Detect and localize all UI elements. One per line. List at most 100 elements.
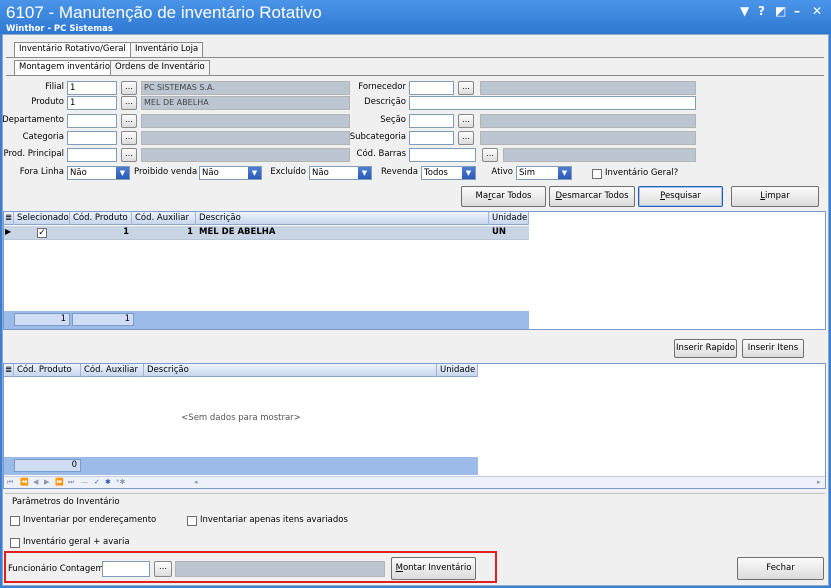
- departamento-description: [141, 114, 350, 128]
- revenda-select[interactable]: Todos ▼: [421, 166, 476, 180]
- subcategoria-label: Subcategoria: [349, 132, 406, 142]
- produto-lookup-button[interactable]: …: [121, 96, 137, 110]
- products-grid-footer: 1 1: [4, 311, 529, 329]
- inventario-geral-checkbox[interactable]: [592, 169, 602, 179]
- close-icon[interactable]: ✕: [812, 4, 822, 18]
- marcar-todos-button[interactable]: Marcar Todos: [461, 186, 546, 207]
- secao-label: Seção: [380, 115, 406, 125]
- tab-divider: [6, 57, 824, 58]
- params-title: Parâmetros do Inventário: [12, 497, 120, 507]
- marcar-todos-label-post: car Todos: [491, 191, 532, 201]
- categoria-description: [141, 131, 350, 145]
- filial-description: PC SISTEMAS S.A.: [141, 81, 350, 95]
- column-cod-auxiliar[interactable]: Cód. Auxiliar: [81, 364, 144, 377]
- column-cod-produto[interactable]: Cód. Produto: [70, 212, 132, 225]
- filial-label: Filial: [45, 82, 64, 92]
- title-bar: 6107 - Manutenção de inventário Rotativo…: [0, 0, 831, 34]
- limpar-button[interactable]: Limpar: [731, 186, 819, 207]
- cod-barras-lookup-button[interactable]: …: [482, 148, 498, 162]
- secao-input[interactable]: [409, 114, 454, 128]
- excluido-select[interactable]: Não ▼: [309, 166, 372, 180]
- produto-input[interactable]: 1: [67, 96, 117, 110]
- proibido-venda-label: Proibido venda: [134, 167, 198, 177]
- next-page-icon[interactable]: ⏩: [55, 477, 64, 488]
- scroll-left-icon[interactable]: ◂: [194, 477, 198, 488]
- fora-linha-select[interactable]: Não ▼: [67, 166, 130, 180]
- inserir-itens-button[interactable]: Inserir Itens: [742, 339, 804, 358]
- prod-principal-description: [141, 148, 350, 162]
- first-page-icon[interactable]: ⏮: [7, 477, 13, 488]
- column-descricao[interactable]: Descrição: [144, 364, 437, 377]
- column-selecionado[interactable]: Selecionado: [14, 212, 70, 225]
- descricao-label: Descrição: [364, 97, 406, 107]
- inserir-rapido-button[interactable]: Inserir Rapido: [674, 339, 737, 358]
- prev-page-icon[interactable]: ⏪: [20, 477, 29, 488]
- cod-barras-input[interactable]: [409, 148, 476, 162]
- tab-montagem-inventario[interactable]: Montagem inventário: [14, 60, 116, 75]
- ativo-label: Ativo: [491, 167, 513, 177]
- window-title: 6107 - Manutenção de inventário Rotativo: [6, 3, 322, 22]
- fornecedor-lookup-button[interactable]: …: [458, 81, 474, 95]
- filial-input[interactable]: 1: [67, 81, 117, 95]
- categoria-input[interactable]: [67, 131, 117, 145]
- departamento-lookup-button[interactable]: …: [121, 114, 137, 128]
- proibido-venda-value: Não: [202, 168, 219, 178]
- insert-record-icon[interactable]: ✱: [105, 477, 111, 488]
- fechar-button[interactable]: Fechar: [737, 557, 824, 580]
- proibido-venda-select[interactable]: Não ▼: [199, 166, 262, 180]
- filial-lookup-button[interactable]: …: [121, 81, 137, 95]
- cancel-edit-icon[interactable]: *✱: [116, 477, 125, 488]
- prod-principal-lookup-button[interactable]: …: [121, 148, 137, 162]
- fornecedor-input[interactable]: [409, 81, 454, 95]
- help-icon[interactable]: ?: [758, 4, 765, 18]
- delete-record-icon[interactable]: —: [81, 477, 88, 488]
- next-record-icon[interactable]: ▶: [44, 477, 49, 488]
- last-page-icon[interactable]: ⏭: [68, 477, 74, 488]
- chevron-down-icon: ▼: [358, 167, 371, 179]
- ativo-select[interactable]: Sim ▼: [516, 166, 572, 180]
- column-descricao[interactable]: Descrição: [196, 212, 489, 225]
- categoria-lookup-button[interactable]: …: [121, 131, 137, 145]
- por-endereco-label: Inventariar por endereçamento: [23, 515, 157, 525]
- column-chooser-icon[interactable]: ≣: [4, 212, 14, 225]
- column-chooser-icon[interactable]: ≣: [4, 364, 14, 377]
- scroll-right-icon[interactable]: ▸: [817, 477, 821, 488]
- tab-ordens-inventario[interactable]: Ordens de Inventário: [110, 60, 210, 75]
- montar-hotkey: M: [395, 563, 403, 573]
- table-row[interactable]: ▶ ✓ 1 1 MEL DE ABELHA UN: [4, 226, 529, 240]
- fornecedor-description: [480, 81, 696, 95]
- funcionario-lookup-button[interactable]: …: [154, 561, 172, 577]
- dropdown-icon[interactable]: ▼: [740, 4, 749, 18]
- subcategoria-input[interactable]: [409, 131, 454, 145]
- column-cod-produto[interactable]: Cód. Produto: [14, 364, 81, 377]
- descricao-input[interactable]: [409, 96, 696, 110]
- prod-principal-input[interactable]: [67, 148, 117, 162]
- tab-inventario-rotativo[interactable]: Inventário Rotativo/Geral: [14, 42, 131, 57]
- produto-description: MEL DE ABELHA: [141, 96, 350, 110]
- row-selected-checkbox[interactable]: ✓: [37, 228, 47, 238]
- tab-inventario-loja[interactable]: Inventário Loja: [130, 42, 204, 57]
- por-endereco-checkbox[interactable]: [10, 516, 20, 526]
- column-unidade[interactable]: Unidade: [489, 212, 529, 225]
- minimize-icon[interactable]: –: [794, 4, 800, 18]
- departamento-input[interactable]: [67, 114, 117, 128]
- subcategoria-description: [480, 131, 696, 145]
- desmarcar-todos-button[interactable]: Desmarcar Todos: [549, 186, 635, 207]
- column-unidade[interactable]: Unidade: [437, 364, 478, 377]
- excluido-label: Excluído: [270, 167, 306, 177]
- pesquisar-button[interactable]: Pesquisar: [638, 186, 723, 207]
- funcionario-input[interactable]: [102, 561, 150, 577]
- prev-record-icon[interactable]: ◀: [33, 477, 38, 488]
- fornecedor-label: Fornecedor: [358, 82, 406, 92]
- montar-label-post: ontar Inventário: [402, 563, 472, 573]
- subcategoria-lookup-button[interactable]: …: [458, 131, 474, 145]
- apenas-avariados-checkbox[interactable]: [187, 516, 197, 526]
- montar-inventario-button[interactable]: Montar Inventário: [391, 557, 476, 580]
- secao-lookup-button[interactable]: …: [458, 114, 474, 128]
- row-indicator-icon: ▶: [5, 227, 12, 236]
- geral-avaria-checkbox[interactable]: [10, 538, 20, 548]
- column-cod-auxiliar[interactable]: Cód. Auxiliar: [132, 212, 196, 225]
- restore-icon[interactable]: ◩: [775, 4, 786, 18]
- footer-count-cod-produto: 0: [14, 459, 81, 472]
- post-edit-icon[interactable]: ✓: [94, 477, 100, 488]
